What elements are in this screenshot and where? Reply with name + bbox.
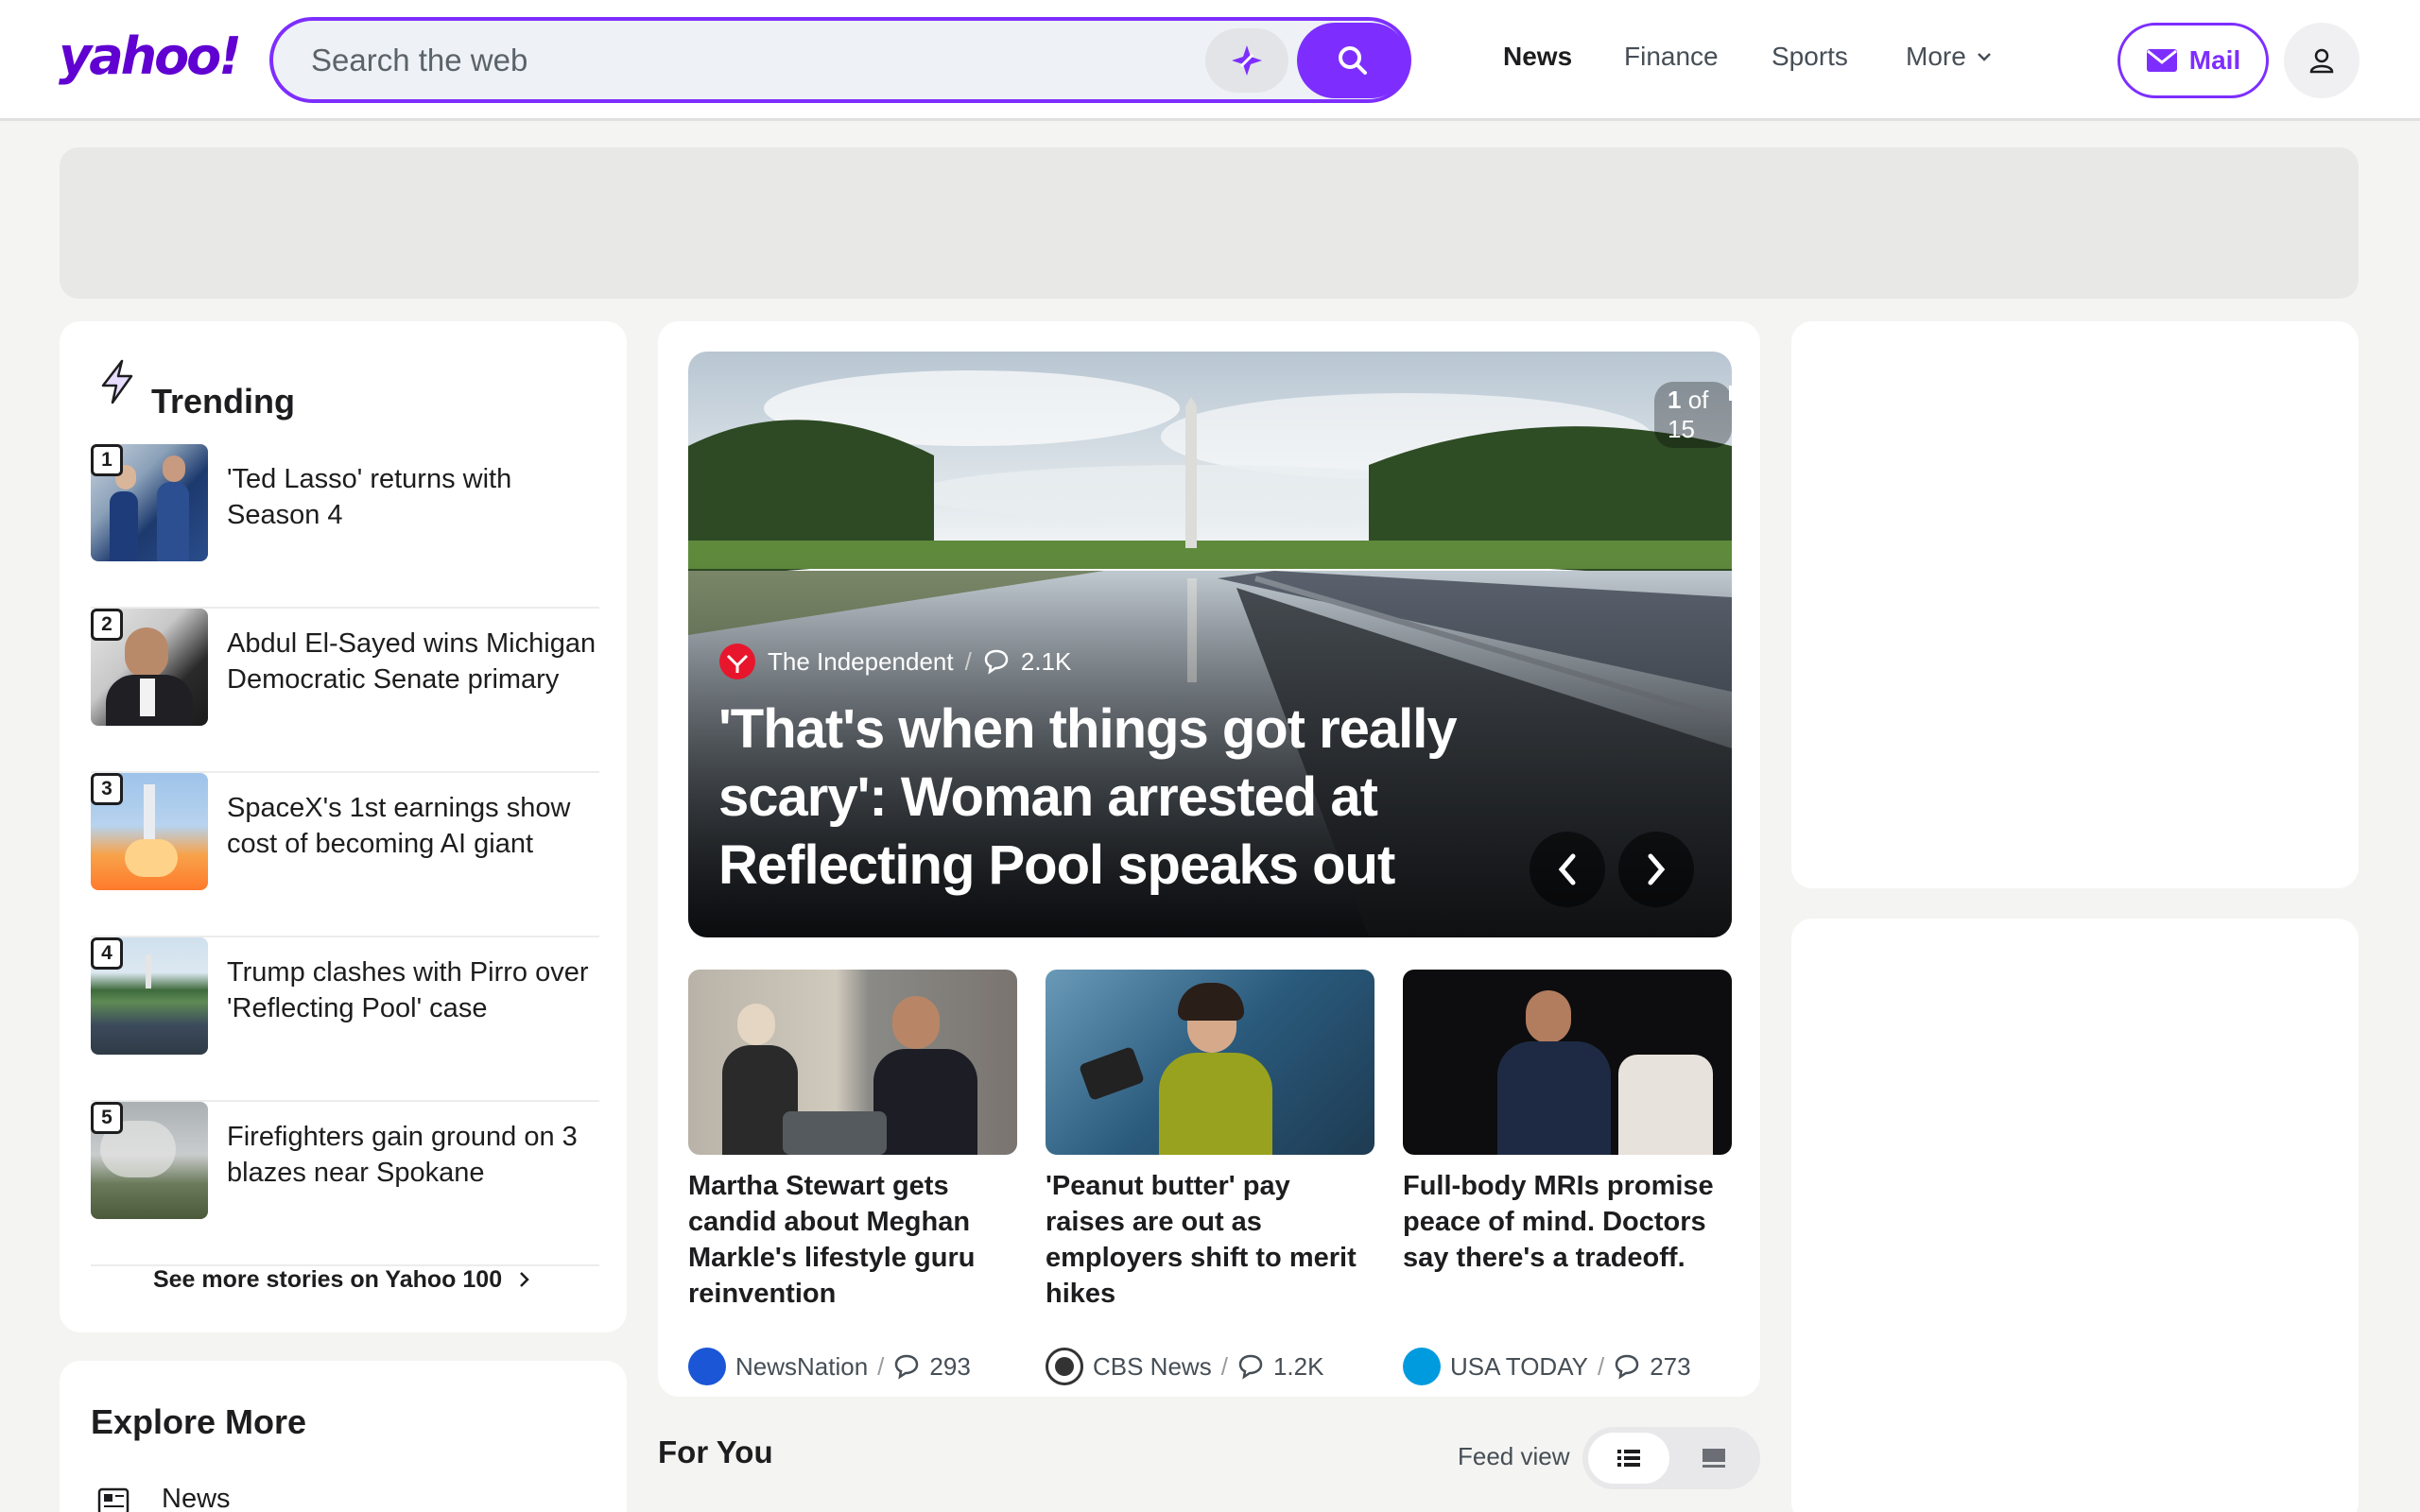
right-rail-module bbox=[1791, 321, 2359, 888]
trending-item-5[interactable]: 5 Firefighters gain ground on 3 blazes n… bbox=[91, 1102, 599, 1266]
search-bar bbox=[269, 17, 1411, 103]
chevron-right-icon bbox=[1648, 853, 1666, 885]
explore-more-title: Explore More bbox=[91, 1402, 307, 1441]
feed-view-card-option[interactable] bbox=[1673, 1433, 1754, 1484]
hero-comment-count[interactable]: 2.1K bbox=[1021, 647, 1072, 677]
lightning-icon bbox=[101, 359, 133, 404]
ad-banner[interactable] bbox=[60, 147, 2359, 299]
story-source[interactable]: USA TODAY bbox=[1450, 1352, 1588, 1382]
comment-icon bbox=[1238, 1354, 1263, 1380]
for-you-title: For You bbox=[658, 1435, 773, 1469]
ai-search-button[interactable] bbox=[1205, 28, 1288, 93]
story-card[interactable]: Full-body MRIs promise peace of mind. Do… bbox=[1403, 970, 1732, 1385]
story-comment-count[interactable]: 1.2K bbox=[1273, 1352, 1324, 1382]
trending-headline: Trump clashes with Pirro over 'Reflectin… bbox=[227, 957, 589, 1023]
hero-headline[interactable]: 'That's when things got really scary': W… bbox=[718, 696, 1494, 900]
story-thumbnail bbox=[688, 970, 1017, 1155]
trending-rank-badge: 1 bbox=[91, 444, 123, 476]
see-more-label: See more stories on Yahoo 100 bbox=[152, 1266, 503, 1293]
chevron-right-icon bbox=[520, 1272, 529, 1287]
story-meta: USA TODAY / 273 bbox=[1403, 1348, 1691, 1385]
story-source[interactable]: CBS News bbox=[1093, 1352, 1212, 1382]
story-headline: Martha Stewart gets candid about Meghan … bbox=[688, 1171, 976, 1309]
story-source[interactable]: NewsNation bbox=[735, 1352, 868, 1382]
carousel-next-button[interactable] bbox=[1618, 832, 1694, 907]
story-card[interactable]: Martha Stewart gets candid about Meghan … bbox=[688, 970, 1017, 1385]
list-icon bbox=[1617, 1450, 1640, 1467]
trending-item-2[interactable]: 2 Abdul El-Sayed wins Michigan Democrati… bbox=[91, 609, 599, 773]
trending-item-4[interactable]: 4 Trump clashes with Pirro over 'Reflect… bbox=[91, 937, 599, 1102]
comment-icon bbox=[895, 1354, 919, 1380]
separator: / bbox=[1220, 1351, 1228, 1381]
pause-icon bbox=[1729, 386, 1732, 401]
trending-rank-badge: 4 bbox=[91, 937, 123, 970]
see-more-link[interactable]: See more stories on Yahoo 100 bbox=[60, 1266, 627, 1294]
trending-card: Trending 1 'Ted Lasso' returns with Seas… bbox=[60, 321, 627, 1332]
slide-counter-current: 1 bbox=[1668, 386, 1682, 414]
trending-title: Trending bbox=[151, 382, 295, 421]
separator: / bbox=[964, 646, 972, 676]
newspaper-icon bbox=[97, 1487, 130, 1512]
user-icon bbox=[2309, 48, 2334, 74]
search-button[interactable] bbox=[1297, 23, 1409, 98]
story-thumbnail bbox=[1046, 970, 1374, 1155]
story-meta: CBS News / 1.2K bbox=[1046, 1348, 1323, 1385]
nav-sports[interactable]: Sports bbox=[1772, 42, 1848, 72]
newsnation-logo-icon bbox=[688, 1348, 726, 1385]
slide-counter: 1 of 15 bbox=[1654, 382, 1732, 448]
trending-headline: 'Ted Lasso' returns with Season 4 bbox=[227, 464, 512, 530]
mail-label: Mail bbox=[2188, 45, 2241, 75]
trending-rank-badge: 5 bbox=[91, 1102, 123, 1134]
trending-headline: SpaceX's 1st earnings show cost of becom… bbox=[227, 793, 571, 859]
comment-icon bbox=[984, 649, 1009, 675]
hero-source-row: The Independent / 2.1K bbox=[718, 643, 1071, 680]
trending-rank-badge: 3 bbox=[91, 773, 123, 805]
cbs-news-logo-icon bbox=[1046, 1348, 1083, 1385]
right-rail-module bbox=[1791, 919, 2359, 1512]
nav-more-label: More bbox=[1906, 42, 1966, 71]
chevron-down-icon bbox=[1977, 53, 1991, 61]
feed-view-label: Feed view bbox=[1458, 1442, 1570, 1470]
card-view-icon bbox=[1703, 1449, 1725, 1468]
story-card[interactable]: 'Peanut butter' pay raises are out as em… bbox=[1046, 970, 1374, 1385]
story-meta: NewsNation / 293 bbox=[688, 1348, 971, 1385]
comment-icon bbox=[1615, 1354, 1639, 1380]
hero-story[interactable]: 1 of 15 The Independent / 2.1K 'That's w… bbox=[688, 352, 1732, 937]
nav-more[interactable]: More bbox=[1906, 42, 1995, 72]
search-icon bbox=[1339, 46, 1367, 75]
feed-view-list-option[interactable] bbox=[1588, 1433, 1669, 1484]
trending-item-1[interactable]: 1 'Ted Lasso' returns with Season 4 bbox=[91, 444, 599, 609]
story-headline: 'Peanut butter' pay raises are out as em… bbox=[1046, 1171, 1357, 1309]
the-independent-logo-icon bbox=[719, 644, 755, 679]
profile-button[interactable] bbox=[2284, 23, 2360, 98]
pause-button[interactable] bbox=[1728, 380, 1732, 409]
trending-item-3[interactable]: 3 SpaceX's 1st earnings show cost of bec… bbox=[91, 773, 599, 937]
mail-icon bbox=[2146, 49, 2177, 72]
mail-button[interactable]: Mail bbox=[2118, 23, 2269, 98]
trending-rank-badge: 2 bbox=[91, 609, 123, 641]
story-thumbnail bbox=[1403, 970, 1732, 1155]
sparkle-icon bbox=[1232, 45, 1262, 76]
separator: / bbox=[1597, 1351, 1605, 1381]
nav-finance[interactable]: Finance bbox=[1624, 42, 1719, 72]
story-comment-count[interactable]: 273 bbox=[1650, 1352, 1690, 1382]
yahoo-logo[interactable]: yahoo! bbox=[59, 26, 242, 86]
explore-more-card: Explore More News bbox=[60, 1361, 627, 1512]
top-header: yahoo! News Finance Sports More Mail bbox=[0, 0, 2420, 121]
explore-item-news[interactable]: News bbox=[162, 1484, 231, 1512]
hero-source-name[interactable]: The Independent bbox=[768, 647, 954, 677]
carousel-prev-button[interactable] bbox=[1530, 832, 1605, 907]
top-stories-card: 1 of 15 The Independent / 2.1K 'That's w… bbox=[658, 321, 1760, 1397]
chevron-left-icon bbox=[1558, 853, 1576, 885]
search-input[interactable] bbox=[311, 40, 1162, 81]
usa-today-logo-icon bbox=[1403, 1348, 1441, 1385]
feed-view-toggle bbox=[1582, 1427, 1760, 1489]
separator: / bbox=[877, 1351, 885, 1381]
trending-headline: Firefighters gain ground on 3 blazes nea… bbox=[227, 1122, 578, 1188]
story-comment-count[interactable]: 293 bbox=[929, 1352, 970, 1382]
story-headline: Full-body MRIs promise peace of mind. Do… bbox=[1403, 1171, 1714, 1273]
nav-news[interactable]: News bbox=[1503, 42, 1572, 72]
trending-headline: Abdul El-Sayed wins Michigan Democratic … bbox=[227, 628, 596, 695]
